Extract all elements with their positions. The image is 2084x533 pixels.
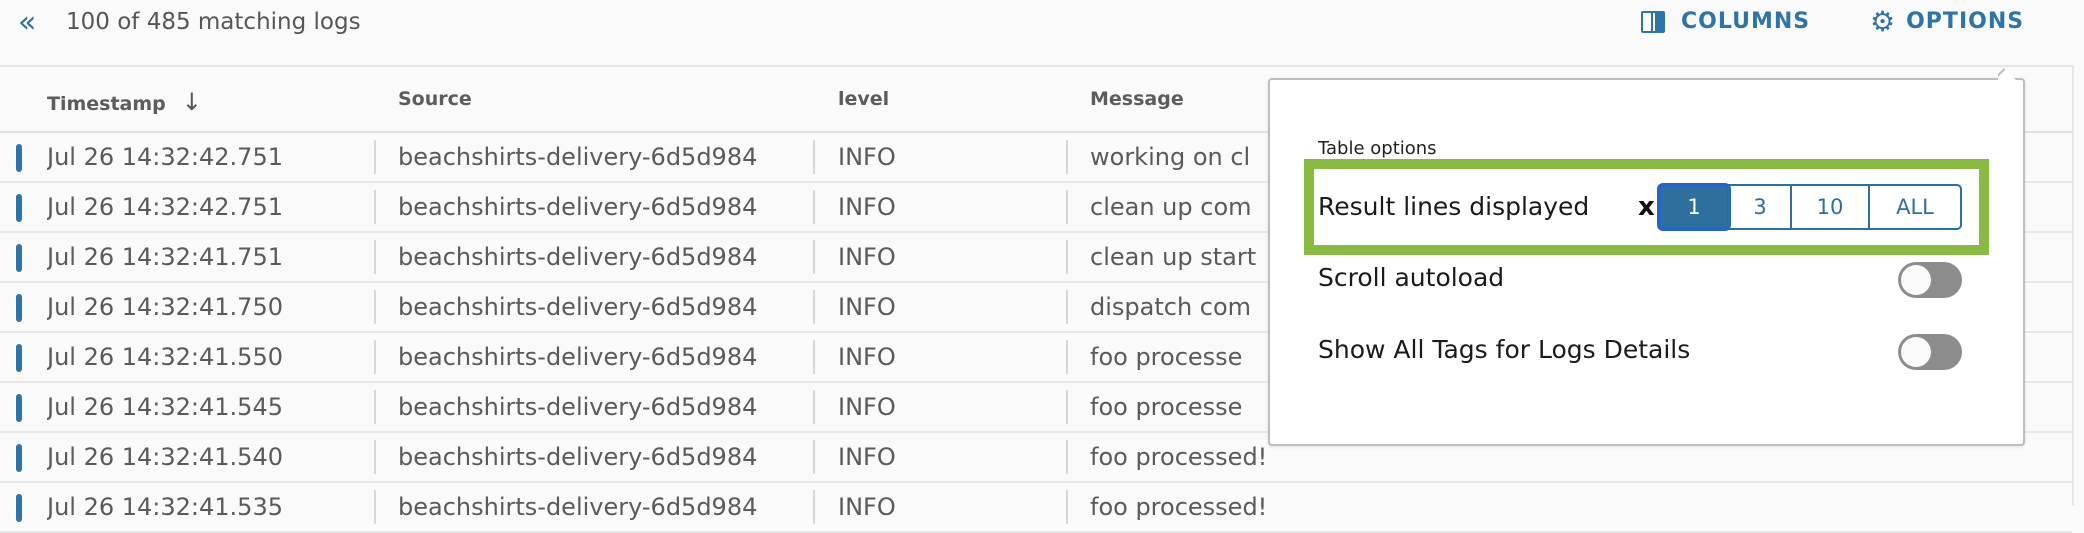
message-cell: foo processe	[1090, 343, 1243, 371]
message-cell: working on cl	[1090, 143, 1251, 171]
column-divider	[374, 140, 376, 174]
column-divider	[374, 440, 376, 474]
column-divider	[1066, 440, 1068, 474]
log-level-indicator	[16, 144, 22, 172]
column-divider	[813, 140, 815, 174]
timestamp-cell: Jul 26 14:32:41.540	[47, 443, 283, 471]
timestamp-cell: Jul 26 14:32:41.545	[47, 393, 283, 421]
column-divider	[813, 290, 815, 324]
level-cell: INFO	[838, 393, 896, 421]
log-level-indicator	[16, 244, 22, 272]
columns-label: COLUMNS	[1681, 9, 1811, 34]
level-cell: INFO	[838, 193, 896, 221]
column-divider	[1066, 140, 1068, 174]
options-label: OPTIONS	[1906, 9, 2025, 34]
column-divider	[1066, 190, 1068, 224]
timestamp-cell: Jul 26 14:32:41.750	[47, 293, 283, 321]
sort-descending-icon[interactable]: ↓	[182, 88, 202, 116]
result-lines-label: Result lines displayed	[1318, 192, 1590, 221]
source-cell: beachshirts-delivery-6d5d984	[398, 143, 758, 171]
scroll-autoload-label: Scroll autoload	[1318, 263, 1505, 292]
log-level-indicator	[16, 394, 22, 422]
result-lines-option-all[interactable]: ALL	[1868, 186, 1960, 228]
columns-icon	[1641, 10, 1665, 33]
level-cell: INFO	[838, 243, 896, 271]
result-lines-option-10[interactable]: 10	[1790, 186, 1868, 228]
level-cell: INFO	[838, 443, 896, 471]
matching-logs-count: 100 of 485 matching logs	[66, 9, 361, 35]
timestamp-cell: Jul 26 14:32:42.751	[47, 193, 283, 221]
column-divider	[374, 190, 376, 224]
level-cell: INFO	[838, 343, 896, 371]
column-divider	[1066, 240, 1068, 274]
column-divider	[1066, 490, 1068, 524]
message-cell: foo processe	[1090, 393, 1243, 421]
level-cell: INFO	[838, 143, 896, 171]
level-cell: INFO	[838, 493, 896, 521]
source-cell: beachshirts-delivery-6d5d984	[398, 293, 758, 321]
source-cell: beachshirts-delivery-6d5d984	[398, 393, 758, 421]
column-header-label: Timestamp	[47, 93, 166, 115]
source-cell: beachshirts-delivery-6d5d984	[398, 493, 758, 521]
source-cell: beachshirts-delivery-6d5d984	[398, 193, 758, 221]
column-divider	[813, 390, 815, 424]
timestamp-cell: Jul 26 14:32:41.751	[47, 243, 283, 271]
scroll-autoload-toggle[interactable]	[1898, 262, 1962, 298]
options-button[interactable]: ⚙ OPTIONS	[1870, 4, 2025, 38]
result-lines-option-1[interactable]: 1	[1657, 183, 1731, 231]
popover-title: Table options	[1318, 138, 1437, 159]
column-divider	[1066, 340, 1068, 374]
show-all-tags-toggle[interactable]	[1898, 334, 1962, 370]
timestamp-cell: Jul 26 14:32:42.751	[47, 143, 283, 171]
column-divider	[374, 290, 376, 324]
message-cell: clean up com	[1090, 193, 1252, 221]
message-cell: dispatch com	[1090, 293, 1252, 321]
x-marker: x	[1638, 192, 1655, 222]
log-level-indicator	[16, 194, 22, 222]
column-divider	[813, 240, 815, 274]
column-divider	[813, 190, 815, 224]
columns-button[interactable]: COLUMNS	[1641, 9, 1810, 34]
column-divider	[1066, 390, 1068, 424]
timestamp-cell: Jul 26 14:32:41.535	[47, 493, 283, 521]
log-level-indicator	[16, 444, 22, 472]
source-cell: beachshirts-delivery-6d5d984	[398, 243, 758, 271]
result-lines-option-3[interactable]: 3	[1728, 186, 1790, 228]
result-lines-segmented-control: 1 3 10 ALL	[1657, 183, 1962, 231]
column-divider	[813, 490, 815, 524]
column-divider	[1066, 290, 1068, 324]
column-header-message[interactable]: Message	[1090, 88, 1184, 110]
log-level-indicator	[16, 494, 22, 522]
gear-icon: ⚙	[1870, 4, 1897, 38]
column-header-timestamp[interactable]: Timestamp ↓	[47, 88, 202, 116]
timestamp-cell: Jul 26 14:32:41.550	[47, 343, 283, 371]
source-cell: beachshirts-delivery-6d5d984	[398, 343, 758, 371]
show-all-tags-label: Show All Tags for Logs Details	[1318, 335, 1691, 364]
table-row[interactable]: Jul 26 14:32:41.535 beachshirts-delivery-…	[0, 483, 2072, 533]
collapse-panel-icon[interactable]: «	[18, 8, 36, 38]
source-cell: beachshirts-delivery-6d5d984	[398, 443, 758, 471]
column-divider	[374, 390, 376, 424]
top-bar: « 100 of 485 matching logs COLUMNS ⚙ OPT…	[0, 0, 2084, 48]
column-divider	[813, 440, 815, 474]
message-cell: clean up start	[1090, 243, 1257, 271]
message-cell: foo processed!	[1090, 493, 1268, 521]
level-cell: INFO	[838, 293, 896, 321]
column-divider	[374, 490, 376, 524]
column-header-level[interactable]: level	[838, 88, 889, 110]
column-divider	[374, 240, 376, 274]
column-header-source[interactable]: Source	[398, 88, 472, 110]
message-cell: foo processed!	[1090, 443, 1268, 471]
column-divider	[374, 340, 376, 374]
table-options-popover: Table options Result lines displayed x 1…	[1268, 78, 2025, 446]
column-divider	[813, 340, 815, 374]
log-level-indicator	[16, 294, 22, 322]
log-level-indicator	[16, 344, 22, 372]
popover-caret	[1998, 58, 2026, 84]
